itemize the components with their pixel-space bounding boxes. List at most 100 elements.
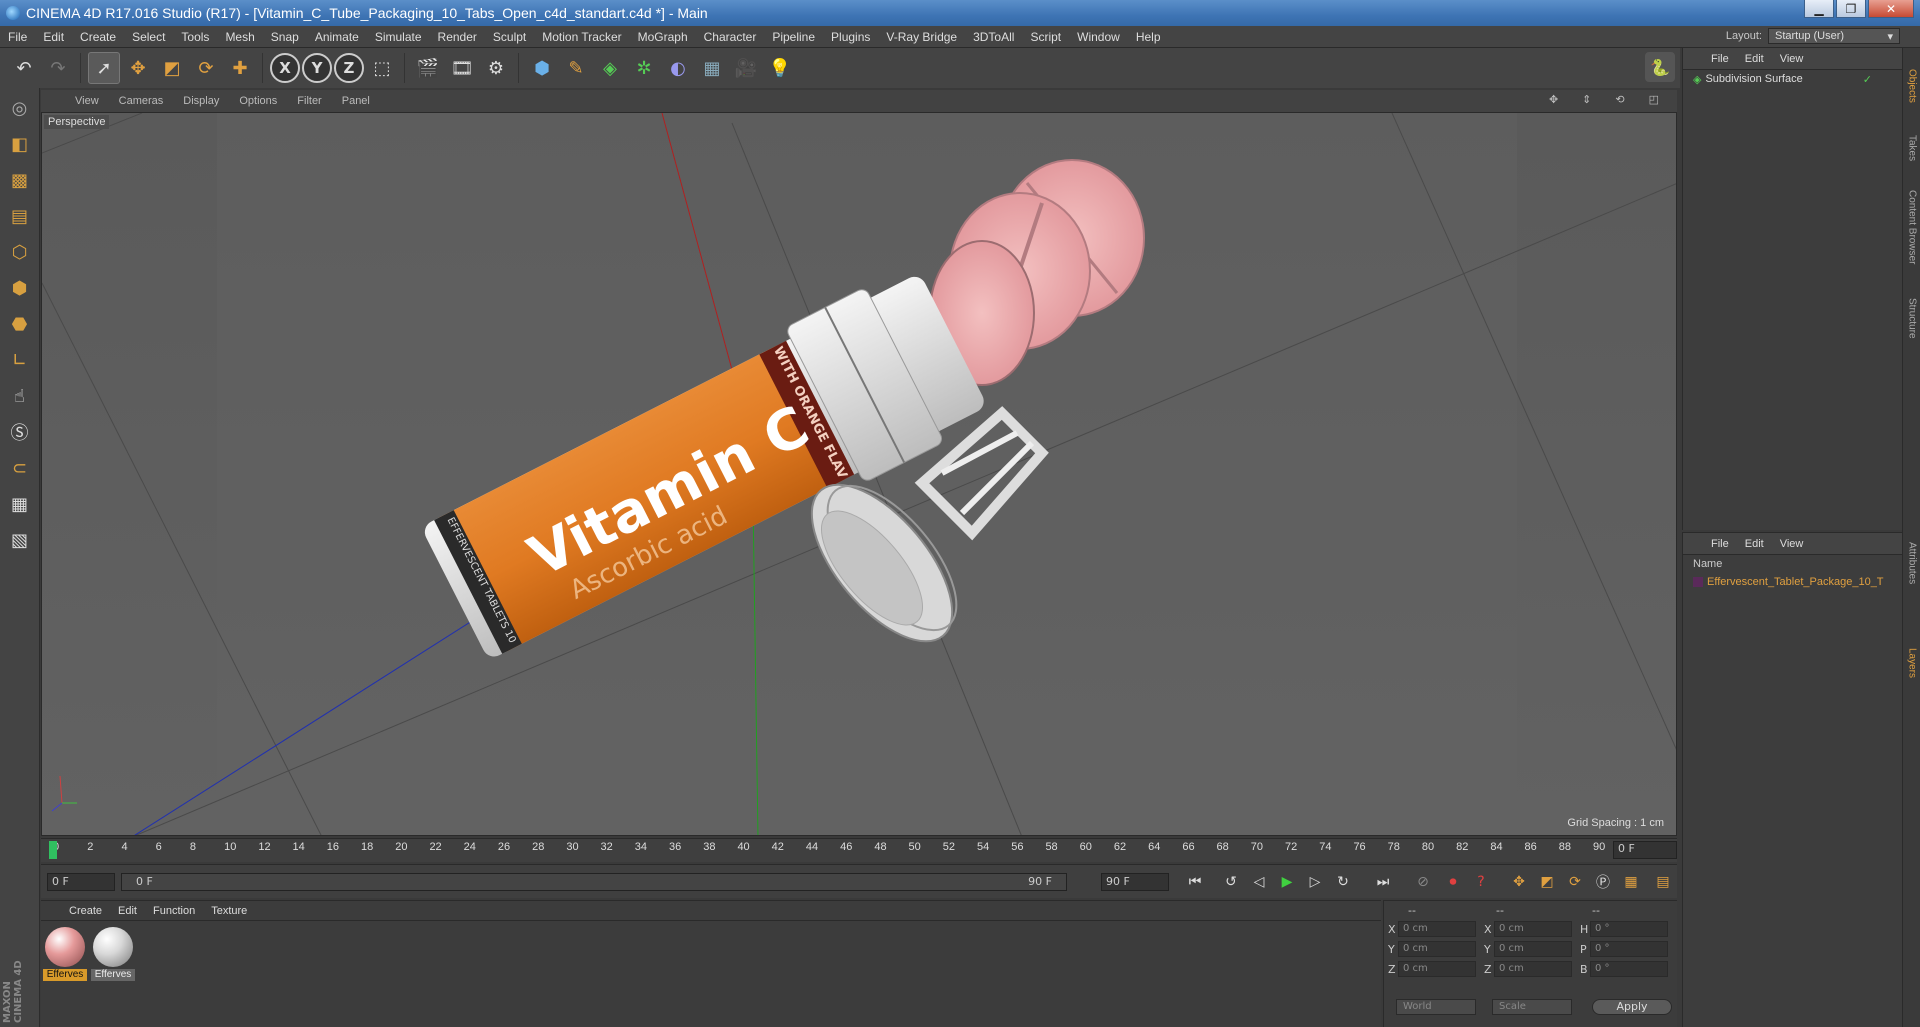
layer-menu-view[interactable]: View [1772, 538, 1812, 550]
autokey-icon[interactable]: ⏺ [1441, 871, 1465, 893]
start-frame-field[interactable]: 0 F [47, 873, 115, 891]
viewport-menu-options[interactable]: Options [229, 95, 287, 107]
render-picture-viewer-icon[interactable]: 🎞 [446, 52, 478, 84]
menu-mograph[interactable]: MoGraph [630, 30, 696, 44]
menu-mesh[interactable]: Mesh [217, 30, 262, 44]
menu-plugins[interactable]: Plugins [823, 30, 878, 44]
material-menu-function[interactable]: Function [145, 905, 203, 917]
menu-animate[interactable]: Animate [307, 30, 367, 44]
light-icon[interactable]: 💡 [764, 52, 796, 84]
keyframe-selection-icon[interactable]: ? [1469, 871, 1493, 893]
material-swatch-2[interactable]: Efferves [91, 925, 135, 981]
cube-object-icon[interactable]: ⬢ [526, 52, 558, 84]
make-editable-icon[interactable]: ◎ [4, 92, 36, 124]
edges-mode-icon[interactable]: ⬢ [4, 272, 36, 304]
menu-select[interactable]: Select [124, 30, 173, 44]
layer-menu-edit[interactable]: Edit [1737, 538, 1772, 550]
dolly-icon[interactable]: ⇕ [1572, 93, 1601, 106]
menu-edit[interactable]: Edit [35, 30, 72, 44]
menu-sculpt[interactable]: Sculpt [485, 30, 534, 44]
key-position-icon[interactable]: ✥ [1507, 871, 1531, 893]
planar-workplane-icon[interactable]: ▧ [4, 524, 36, 556]
menu-create[interactable]: Create [72, 30, 124, 44]
viewport-menu-display[interactable]: Display [173, 95, 229, 107]
previous-frame-icon[interactable]: ◁ [1247, 871, 1271, 893]
coord-field[interactable]: 0 cm [1398, 961, 1476, 977]
menu-script[interactable]: Script [1022, 30, 1069, 44]
minimize-button[interactable]: ▁ [1804, 0, 1834, 18]
menu-tools[interactable]: Tools [173, 30, 217, 44]
snap-icon[interactable]: Ⓢ [4, 416, 36, 448]
render-settings-icon[interactable]: ⚙ [480, 52, 512, 84]
menu-motion-tracker[interactable]: Motion Tracker [534, 30, 629, 44]
polygons-mode-icon[interactable]: ⬣ [4, 308, 36, 340]
next-frame-icon[interactable]: ▷ [1303, 871, 1327, 893]
close-button[interactable]: ✕ [1868, 0, 1914, 18]
rotate-tool-icon[interactable]: ⟳ [190, 52, 222, 84]
magnet-icon[interactable]: ⊂ [4, 452, 36, 484]
redo-icon[interactable]: ↷ [42, 52, 74, 84]
undo-icon[interactable]: ↶ [8, 52, 40, 84]
apply-button[interactable]: Apply [1592, 999, 1672, 1015]
layer-menu-file[interactable]: File [1703, 538, 1737, 550]
maximize-button[interactable]: ❐ [1836, 0, 1866, 18]
next-key-icon[interactable]: ↻ [1331, 871, 1355, 893]
viewport-menu-filter[interactable]: Filter [287, 95, 331, 107]
timeline-window-icon[interactable]: ▤ [1651, 871, 1675, 893]
move-tool-icon[interactable]: ✥ [122, 52, 154, 84]
subdivision-surface-icon[interactable]: ◈ [594, 52, 626, 84]
timeline-ruler[interactable]: 0 F 024681012141618202224262830323436384… [41, 838, 1677, 862]
cloner-icon[interactable]: ✲ [628, 52, 660, 84]
tweak-mode-icon[interactable]: ☝ [4, 380, 36, 412]
material-menu-edit[interactable]: Edit [110, 905, 145, 917]
camera-icon[interactable]: 🎥 [730, 52, 762, 84]
workplane-icon[interactable]: ▤ [4, 200, 36, 232]
floor-icon[interactable]: ▦ [696, 52, 728, 84]
current-frame-field[interactable]: 0 F [1613, 841, 1677, 859]
perspective-viewport[interactable]: WITH ORANGE FLAV EFFERVESCENT TABLETS 10… [41, 112, 1677, 836]
x-axis-lock-icon[interactable]: X [270, 53, 300, 83]
pen-spline-icon[interactable]: ✎ [560, 52, 592, 84]
maximize-view-icon[interactable]: ◰ [1639, 93, 1669, 106]
key-pla-icon[interactable]: ▦ [1619, 871, 1643, 893]
coord-field[interactable]: 0 ° [1590, 961, 1668, 977]
menu-snap[interactable]: Snap [263, 30, 307, 44]
coord-field[interactable]: 0 ° [1590, 941, 1668, 957]
rotate-view-icon[interactable]: ⟲ [1605, 93, 1634, 106]
play-icon[interactable]: ▶ [1275, 871, 1299, 893]
menu-pipeline[interactable]: Pipeline [764, 30, 823, 44]
select-tool-icon[interactable]: ➚ [88, 52, 120, 84]
layout-dropdown[interactable]: Startup (User) ▾ [1768, 28, 1900, 44]
viewport-menu-view[interactable]: View [65, 95, 109, 107]
transform-tool-icon[interactable]: ✚ [224, 52, 256, 84]
key-rotation-icon[interactable]: ⟳ [1563, 871, 1587, 893]
viewport-menu-cameras[interactable]: Cameras [109, 95, 174, 107]
material-menu-texture[interactable]: Texture [203, 905, 255, 917]
coord-field[interactable]: 0 cm [1398, 941, 1476, 957]
coordinate-system-icon[interactable]: ⬚ [366, 52, 398, 84]
end-frame-field[interactable]: 90 F [1101, 873, 1169, 891]
menu-v-ray-bridge[interactable]: V-Ray Bridge [878, 30, 965, 44]
scale-mode-select[interactable]: Scale [1492, 999, 1572, 1015]
go-to-start-icon[interactable]: ⏮ [1183, 871, 1207, 893]
tab-objects[interactable]: Objects [1904, 56, 1920, 116]
pan-icon[interactable]: ✥ [1539, 93, 1568, 106]
tab-layers[interactable]: Layers [1904, 638, 1920, 688]
object-row-subdivision-surface[interactable]: ◈ Subdivision Surface ✓ [1683, 70, 1902, 88]
check-icon[interactable]: ✓ [1863, 73, 1872, 86]
tab-takes[interactable]: Takes [1904, 128, 1920, 168]
frame-range-slider[interactable]: 0 F 90 F [121, 873, 1067, 891]
scale-tool-icon[interactable]: ◩ [156, 52, 188, 84]
tab-structure[interactable]: Structure [1904, 288, 1920, 348]
texture-mode-icon[interactable]: ▩ [4, 164, 36, 196]
menu-simulate[interactable]: Simulate [367, 30, 430, 44]
go-to-end-icon[interactable]: ⏭ [1371, 871, 1395, 893]
material-swatch-1[interactable]: Efferves [43, 925, 87, 981]
axis-mode-icon[interactable]: ∟ [4, 344, 36, 376]
z-axis-lock-icon[interactable]: Z [334, 53, 364, 83]
coord-field[interactable]: 0 cm [1494, 921, 1572, 937]
coord-field[interactable]: 0 cm [1398, 921, 1476, 937]
model-mode-icon[interactable]: ◧ [4, 128, 36, 160]
deformer-icon[interactable]: ◐ [662, 52, 694, 84]
coord-field[interactable]: 0 ° [1590, 921, 1668, 937]
